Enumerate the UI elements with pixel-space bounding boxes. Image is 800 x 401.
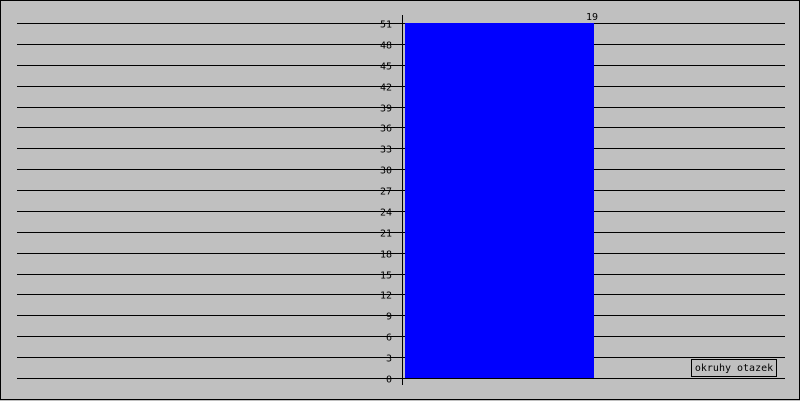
y-tick-label-3: 3 (386, 354, 392, 365)
y-tick-label-36: 36 (380, 124, 392, 135)
chart-frame: 0 3 6 9 12 15 18 21 24 27 30 33 36 39 42 45 48 51 19 okruh… (0, 0, 800, 400)
y-tick-label-9: 9 (386, 312, 392, 323)
bar-data-label-0: 19 (586, 12, 598, 23)
y-tick-label-42: 42 (380, 83, 392, 94)
y-tick-label-51: 51 (380, 20, 392, 31)
y-tick-label-18: 18 (380, 250, 392, 261)
y-tick-label-30: 30 (380, 166, 392, 177)
y-tick-label-45: 45 (380, 62, 392, 73)
y-tick-label-0: 0 (386, 375, 392, 386)
y-tick-label-48: 48 (380, 41, 392, 52)
y-tick-label-21: 21 (380, 229, 392, 240)
y-tick-label-24: 24 (380, 208, 392, 219)
y-tick-label-27: 27 (380, 187, 392, 198)
legend-label-okruhy-otazek: okruhy otazek (694, 362, 774, 374)
y-tick-label-39: 39 (380, 104, 392, 115)
y-tick-label-6: 6 (386, 333, 392, 344)
y-tick-label-12: 12 (380, 291, 392, 302)
y-tick-label-15: 15 (380, 271, 392, 282)
bar-0 (405, 23, 594, 378)
legend: okruhy otazek (691, 359, 777, 377)
y-tick-label-33: 33 (380, 145, 392, 156)
bar-chart: 0369121518212427303336394245485119 (17, 12, 785, 386)
